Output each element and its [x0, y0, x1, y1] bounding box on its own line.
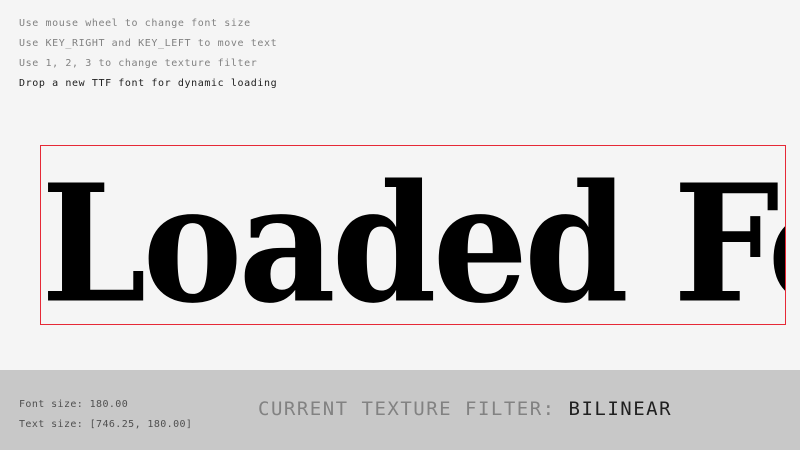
texture-filter-status: CURRENT TEXTURE FILTER: BILINEAR: [258, 397, 672, 421]
instruction-texture-filter: Use 1, 2, 3 to change texture filter: [19, 58, 258, 69]
instruction-drop-font: Drop a new TTF font for dynamic loading: [19, 78, 278, 89]
text-size-readout: Text size: [746.25, 180.00]: [19, 419, 193, 430]
loaded-font-text[interactable]: Loaded Font: [41, 158, 785, 324]
instruction-mouse-wheel: Use mouse wheel to change font size: [19, 18, 251, 29]
text-bounding-box[interactable]: Loaded Font: [40, 145, 786, 325]
instructions-panel: Use mouse wheel to change font size Use …: [19, 17, 277, 97]
instruction-arrow-keys: Use KEY_RIGHT and KEY_LEFT to move text: [19, 38, 278, 49]
texture-filter-value: BILINEAR: [568, 398, 673, 420]
texture-filter-label: CURRENT TEXTURE FILTER:: [258, 398, 569, 420]
font-size-readout: Font size: 180.00: [19, 399, 129, 410]
status-bar: Font size: 180.00 Text size: [746.25, 18…: [0, 370, 800, 450]
